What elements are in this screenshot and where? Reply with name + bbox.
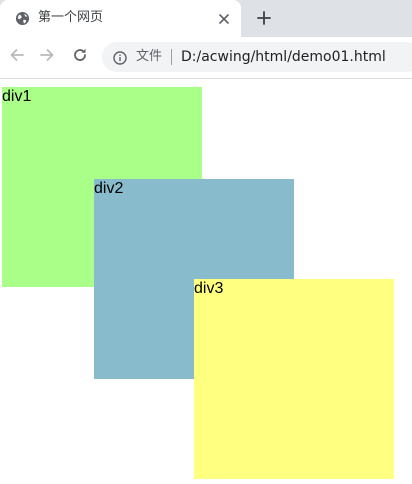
browser-toolbar: 文件 D:/acwing/html/demo01.html bbox=[0, 37, 412, 79]
url-text[interactable]: D:/acwing/html/demo01.html bbox=[181, 48, 386, 66]
back-button[interactable] bbox=[7, 47, 27, 67]
info-icon[interactable] bbox=[113, 50, 127, 65]
tab-title: 第一个网页 bbox=[38, 10, 104, 25]
page-viewport: div1 div2 div3 bbox=[0, 79, 412, 484]
reload-button[interactable] bbox=[70, 47, 90, 67]
div3-label: div3 bbox=[194, 280, 224, 297]
close-icon[interactable] bbox=[216, 11, 232, 27]
forward-button[interactable] bbox=[37, 47, 57, 67]
tab-strip: 第一个网页 bbox=[0, 0, 412, 37]
chip-divider bbox=[171, 49, 172, 65]
address-bar[interactable]: 文件 D:/acwing/html/demo01.html bbox=[102, 42, 412, 72]
arrow-right-icon bbox=[39, 47, 55, 67]
arrow-left-icon bbox=[9, 47, 25, 67]
security-chip-label[interactable]: 文件 bbox=[136, 48, 162, 66]
plus-icon bbox=[257, 10, 271, 29]
div1-label: div1 bbox=[2, 88, 32, 105]
div3-box: div3 bbox=[194, 279, 394, 479]
globe-icon bbox=[15, 11, 30, 26]
div2-label: div2 bbox=[94, 180, 124, 197]
reload-icon bbox=[72, 47, 88, 67]
new-tab-button[interactable] bbox=[253, 8, 275, 30]
tab-active[interactable]: 第一个网页 bbox=[0, 0, 241, 37]
